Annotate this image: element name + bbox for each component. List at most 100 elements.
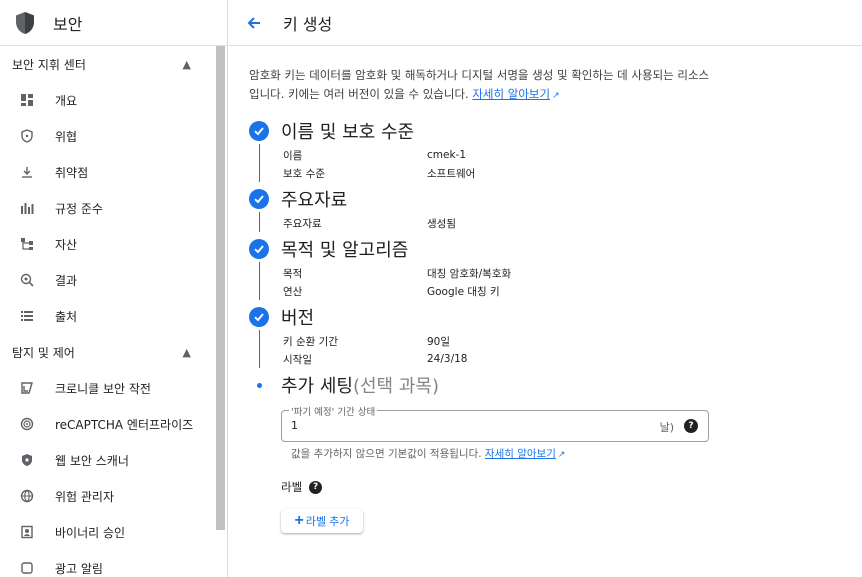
field-label: '파기 예정' 기간 상태 — [289, 404, 378, 418]
dashboard-icon — [20, 93, 34, 107]
step-purpose-algorithm: 목적 및 알고리즘 목적 대칭 암호화/복호화 연산 Google 대칭 키 — [249, 236, 842, 300]
summary-row: 이름 cmek-1 — [283, 146, 842, 164]
sidebar-item-chronicle[interactable]: 크로니클 보안 작전 — [0, 370, 227, 406]
summary-row: 연산 Google 대칭 키 — [283, 282, 842, 300]
summary-row: 키 순환 기간 90일 — [283, 332, 842, 350]
sidebar-item-risk-manager[interactable]: 위험 관리자 — [0, 478, 227, 514]
add-label-button[interactable]: + 라벨 추가 — [281, 509, 363, 533]
sidebar-item-label: 취약점 — [55, 165, 89, 180]
summary-value: 소프트웨어 — [427, 167, 476, 180]
sidebar-section-command-center[interactable]: 보안 지휘 센터 ▲ — [0, 46, 227, 82]
summary-key: 주요자료 — [283, 217, 322, 230]
step-summary: 주요자료 생성됨 — [259, 212, 842, 232]
plus-icon: + — [294, 512, 304, 529]
sidebar-item-assets[interactable]: 자산 — [0, 226, 227, 262]
external-link-icon: ↗ — [552, 91, 560, 101]
alert-icon — [20, 561, 34, 575]
learn-more-link[interactable]: 자세히 알아보기 — [485, 448, 556, 460]
step-summary: 키 순환 기간 90일 시작일 24/3/18 — [259, 330, 842, 368]
field-suffix: 날) — [659, 421, 674, 434]
hint-text: 값을 추가하지 않으면 기본값이 적용됩니다. — [291, 448, 482, 460]
sidebar-item-label: 바이너리 승인 — [55, 525, 126, 540]
step-title: 주요자료 — [281, 190, 348, 211]
destroy-scheduled-duration-field[interactable]: '파기 예정' 기간 상태 1 날) ? — [281, 404, 709, 442]
shield-filled-icon — [20, 453, 34, 467]
step-header[interactable]: 이름 및 보호 수준 — [249, 118, 842, 144]
sidebar-item-label: 규정 준수 — [55, 201, 103, 216]
sidebar-item-ad-alerts[interactable]: 광고 알림 — [0, 550, 227, 577]
sidebar-section-label: 보안 지휘 센터 — [12, 57, 86, 72]
step-title: 버전 — [281, 308, 315, 329]
summary-row: 보호 수준 소프트웨어 — [283, 164, 842, 182]
summary-key: 키 순환 기간 — [283, 335, 338, 348]
step-additional-settings: 추가 세팅(선택 과목) '파기 예정' 기간 상태 1 날) ? 값을 추가하… — [249, 372, 842, 533]
sidebar-scrollbar[interactable] — [216, 46, 225, 530]
sidebar-item-findings[interactable]: 결과 — [0, 262, 227, 298]
sidebar-item-label: 위험 관리자 — [55, 489, 115, 504]
bar-chart-icon — [20, 201, 34, 215]
description: 암호화 키는 데이터를 암호화 및 해독하거나 디지털 서명을 생성 및 확인하… — [249, 66, 719, 106]
chevron-up-icon[interactable]: ▲ — [183, 346, 191, 359]
page-header: 키 생성 — [229, 0, 862, 46]
sidebar-section-label: 탐지 및 제어 — [12, 345, 75, 360]
step-header[interactable]: 목적 및 알고리즘 — [249, 236, 842, 262]
step-versions: 버전 키 순환 기간 90일 시작일 24/3/18 — [249, 304, 842, 368]
main-content: 키 생성 암호화 키는 데이터를 암호화 및 해독하거나 디지털 서명을 생성 … — [229, 0, 862, 577]
sidebar-title: 보안 — [53, 14, 83, 34]
chronicle-icon — [20, 381, 34, 395]
sidebar-section-detection[interactable]: 탐지 및 제어 ▲ — [0, 334, 227, 370]
field-value[interactable]: 1 — [291, 419, 298, 432]
sidebar-item-web-security-scanner[interactable]: 웹 보안 스캐너 — [0, 442, 227, 478]
sidebar-item-vulnerabilities[interactable]: 취약점 — [0, 154, 227, 190]
summary-value: 90일 — [427, 335, 451, 348]
sidebar-header: 보안 — [0, 0, 227, 46]
sidebar-item-label: 위협 — [55, 129, 78, 144]
app: 보안 보안 지휘 센터 ▲ 개요 위협 취약점 규정 준수 자산 결과 출처 탐… — [0, 0, 862, 577]
list-icon — [20, 309, 34, 323]
sidebar-item-label: 크로니클 보안 작전 — [55, 381, 151, 396]
badge-icon — [20, 525, 34, 539]
external-link-icon: ↗ — [557, 450, 566, 460]
help-icon[interactable]: ? — [309, 480, 323, 494]
summary-row: 주요자료 생성됨 — [283, 214, 842, 232]
step-title: 이름 및 보호 수준 — [281, 122, 415, 143]
step-summary: 목적 대칭 암호화/복호화 연산 Google 대칭 키 — [259, 262, 842, 300]
page-title: 키 생성 — [283, 14, 333, 34]
summary-key: 목적 — [283, 267, 303, 280]
summary-value: cmek-1 — [427, 149, 467, 161]
summary-value: 생성됨 — [427, 217, 456, 230]
step-header[interactable]: 추가 세팅(선택 과목) — [249, 372, 842, 398]
sidebar-item-label: 자산 — [55, 237, 78, 252]
sidebar-item-label: 출처 — [55, 309, 78, 324]
sidebar-item-label: 결과 — [55, 273, 78, 288]
security-shield-logo-icon — [14, 11, 36, 35]
sidebar-item-sources[interactable]: 출처 — [0, 298, 227, 334]
check-circle-icon — [249, 239, 269, 259]
help-icon[interactable]: ? — [684, 419, 698, 433]
step-key-material: 주요자료 주요자료 생성됨 — [249, 186, 842, 232]
sidebar-item-overview[interactable]: 개요 — [0, 82, 227, 118]
step-header[interactable]: 버전 — [249, 304, 842, 330]
check-circle-icon — [249, 307, 269, 327]
labels-title: 라벨 — [281, 480, 303, 494]
sidebar-item-threats[interactable]: 위협 — [0, 118, 227, 154]
learn-more-link[interactable]: 자세히 알아보기 — [472, 87, 550, 101]
summary-value: 대칭 암호화/복호화 — [427, 267, 512, 280]
form-content: 암호화 키는 데이터를 암호화 및 해독하거나 디지털 서명을 생성 및 확인하… — [229, 66, 862, 533]
shield-icon — [20, 129, 34, 143]
recaptcha-icon — [20, 417, 34, 431]
step-summary: 이름 cmek-1 보호 수준 소프트웨어 — [259, 144, 842, 182]
summary-key: 연산 — [283, 285, 303, 298]
sidebar-item-recaptcha[interactable]: reCAPTCHA 엔터프라이즈 — [0, 406, 227, 442]
step-header[interactable]: 주요자료 — [249, 186, 842, 212]
summary-row: 목적 대칭 암호화/복호화 — [283, 264, 842, 282]
summary-key: 보호 수준 — [283, 167, 325, 180]
check-circle-icon — [249, 121, 269, 141]
sidebar-item-binary-authorization[interactable]: 바이너리 승인 — [0, 514, 227, 550]
sidebar-item-label: 광고 알림 — [55, 561, 103, 576]
hierarchy-icon — [20, 237, 34, 251]
chevron-up-icon[interactable]: ▲ — [183, 58, 191, 71]
download-icon — [20, 165, 34, 179]
sidebar-item-compliance[interactable]: 규정 준수 — [0, 190, 227, 226]
arrow-back-icon[interactable] — [245, 14, 263, 32]
